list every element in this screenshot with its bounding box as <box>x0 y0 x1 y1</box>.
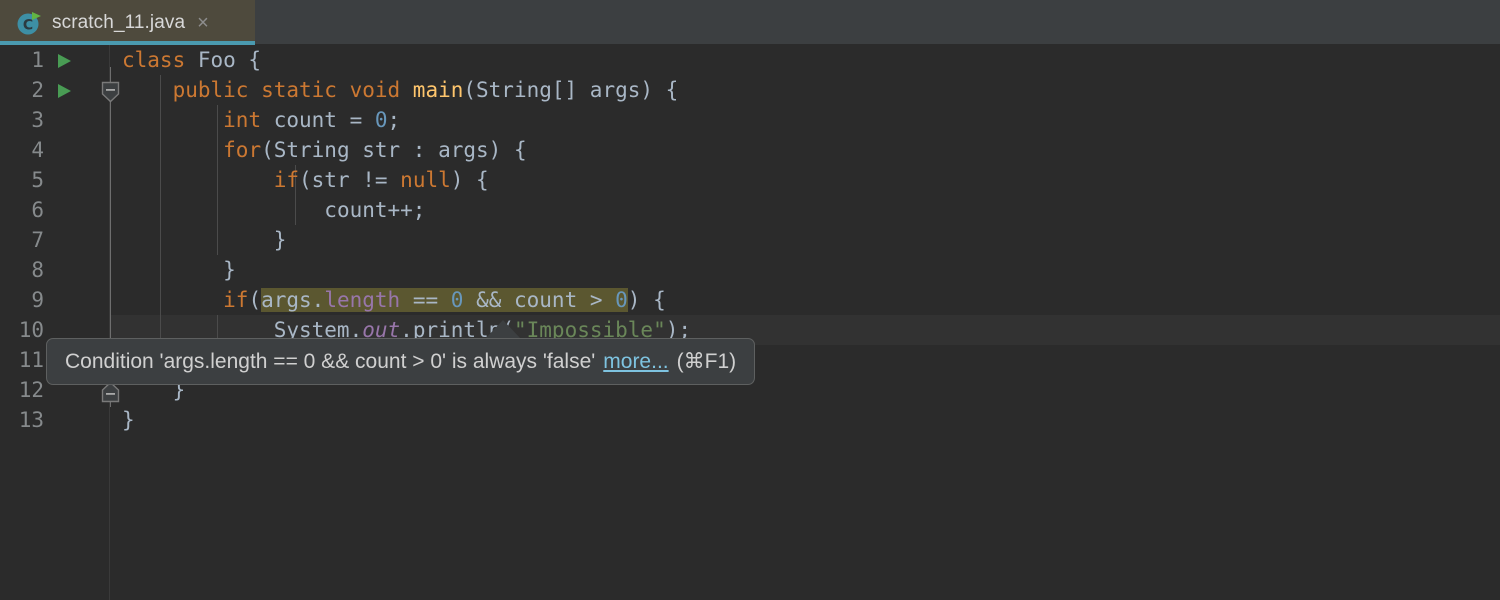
token-text: ; <box>387 108 401 132</box>
token-text: args. <box>261 288 325 312</box>
fold-collapse-icon[interactable] <box>101 81 120 107</box>
tooltip-shortcut: (⌘F1) <box>676 350 737 373</box>
code-line-row: 3 int count = 0; <box>0 105 1500 135</box>
code-line-text: int count = 0; <box>122 105 400 135</box>
token-keyword: for <box>223 138 262 162</box>
tab-label: scratch_11.java <box>52 11 186 33</box>
code-line-text: } <box>122 225 287 255</box>
token-text: } <box>273 228 287 252</box>
inspection-tooltip[interactable]: Condition 'args.length == 0 && count > 0… <box>46 338 756 385</box>
token-text: == <box>400 288 451 312</box>
code-line-text: } <box>122 255 236 285</box>
close-icon[interactable]: × <box>197 13 209 33</box>
tooltip-message: Condition 'args.length == 0 && count > 0… <box>65 349 596 373</box>
run-gutter-icon[interactable] <box>58 54 71 68</box>
line-number: 1 <box>31 48 44 72</box>
svg-text:C: C <box>23 17 33 33</box>
token-text: && count > <box>463 288 616 312</box>
token-text: (str != <box>299 168 401 192</box>
code-line-row: 7 } <box>0 225 1500 255</box>
token-number: 0 <box>615 288 628 312</box>
token-number: 0 <box>374 108 388 132</box>
code-line-text: if(args.length == 0 && count > 0) { <box>122 285 666 315</box>
code-line-row: 6 count++; <box>0 195 1500 225</box>
token-text: (String[] args) { <box>463 78 679 102</box>
code-editor[interactable]: 1 class Foo { 2 public static void main(… <box>0 45 1500 600</box>
line-number: 6 <box>31 198 44 222</box>
code-line-text: count++; <box>122 195 425 225</box>
token-text: count = <box>261 108 375 132</box>
token-keyword: if <box>273 168 300 192</box>
token-keyword: class <box>122 48 186 72</box>
tooltip-more-link[interactable]: more... <box>603 350 668 374</box>
line-number: 8 <box>31 258 44 282</box>
tooltip-pointer-arrow <box>485 320 521 339</box>
code-line-row: 13 } <box>0 405 1500 435</box>
line-number: 4 <box>31 138 44 162</box>
code-line-row: 9 if(args.length == 0 && count > 0) { <box>0 285 1500 315</box>
code-line-row: 8 } <box>0 255 1500 285</box>
always-false-condition-highlight[interactable]: args.length == 0 && count > 0 <box>261 288 628 312</box>
java-scratch-file-icon: C <box>16 10 42 36</box>
token-number: 0 <box>450 288 464 312</box>
run-gutter-icon[interactable] <box>58 84 71 98</box>
editor-tab-bar: C scratch_11.java × <box>0 0 1500 45</box>
token-field: length <box>324 288 401 312</box>
token-keyword: int <box>223 108 262 132</box>
line-number: 5 <box>31 168 44 192</box>
code-line-text: } <box>122 405 135 435</box>
line-number: 2 <box>31 78 44 102</box>
code-line-row: 4 for(String str : args) { <box>0 135 1500 165</box>
line-number: 3 <box>31 108 44 132</box>
token-keyword: if <box>223 288 249 312</box>
token-text: Foo { <box>185 48 262 72</box>
line-number: 7 <box>31 228 44 252</box>
code-line-text: if(str != null) { <box>122 165 489 195</box>
token-text: ) { <box>450 168 489 192</box>
token-method: main <box>412 78 464 102</box>
token-text: count++; <box>324 198 426 222</box>
code-line-text: public static void main(String[] args) { <box>122 75 679 105</box>
token-text: ( <box>248 288 262 312</box>
line-number: 13 <box>18 408 44 432</box>
code-line-row: 1 class Foo { <box>0 45 1500 75</box>
token-text: } <box>122 408 135 432</box>
token-text: (String str : args) { <box>261 138 527 162</box>
token-text: } <box>223 258 236 282</box>
tab-scratch-11-java[interactable]: C scratch_11.java × <box>0 0 255 45</box>
code-line-row: 5 if(str != null) { <box>0 165 1500 195</box>
code-line-row: 2 public static void main(String[] args)… <box>0 75 1500 105</box>
token-keyword: public static void <box>172 78 413 102</box>
code-line-text: class Foo { <box>122 45 261 75</box>
line-number: 9 <box>31 288 44 312</box>
token-text: ) { <box>627 288 666 312</box>
code-line-text: for(String str : args) { <box>122 135 527 165</box>
token-keyword: null <box>400 168 451 192</box>
